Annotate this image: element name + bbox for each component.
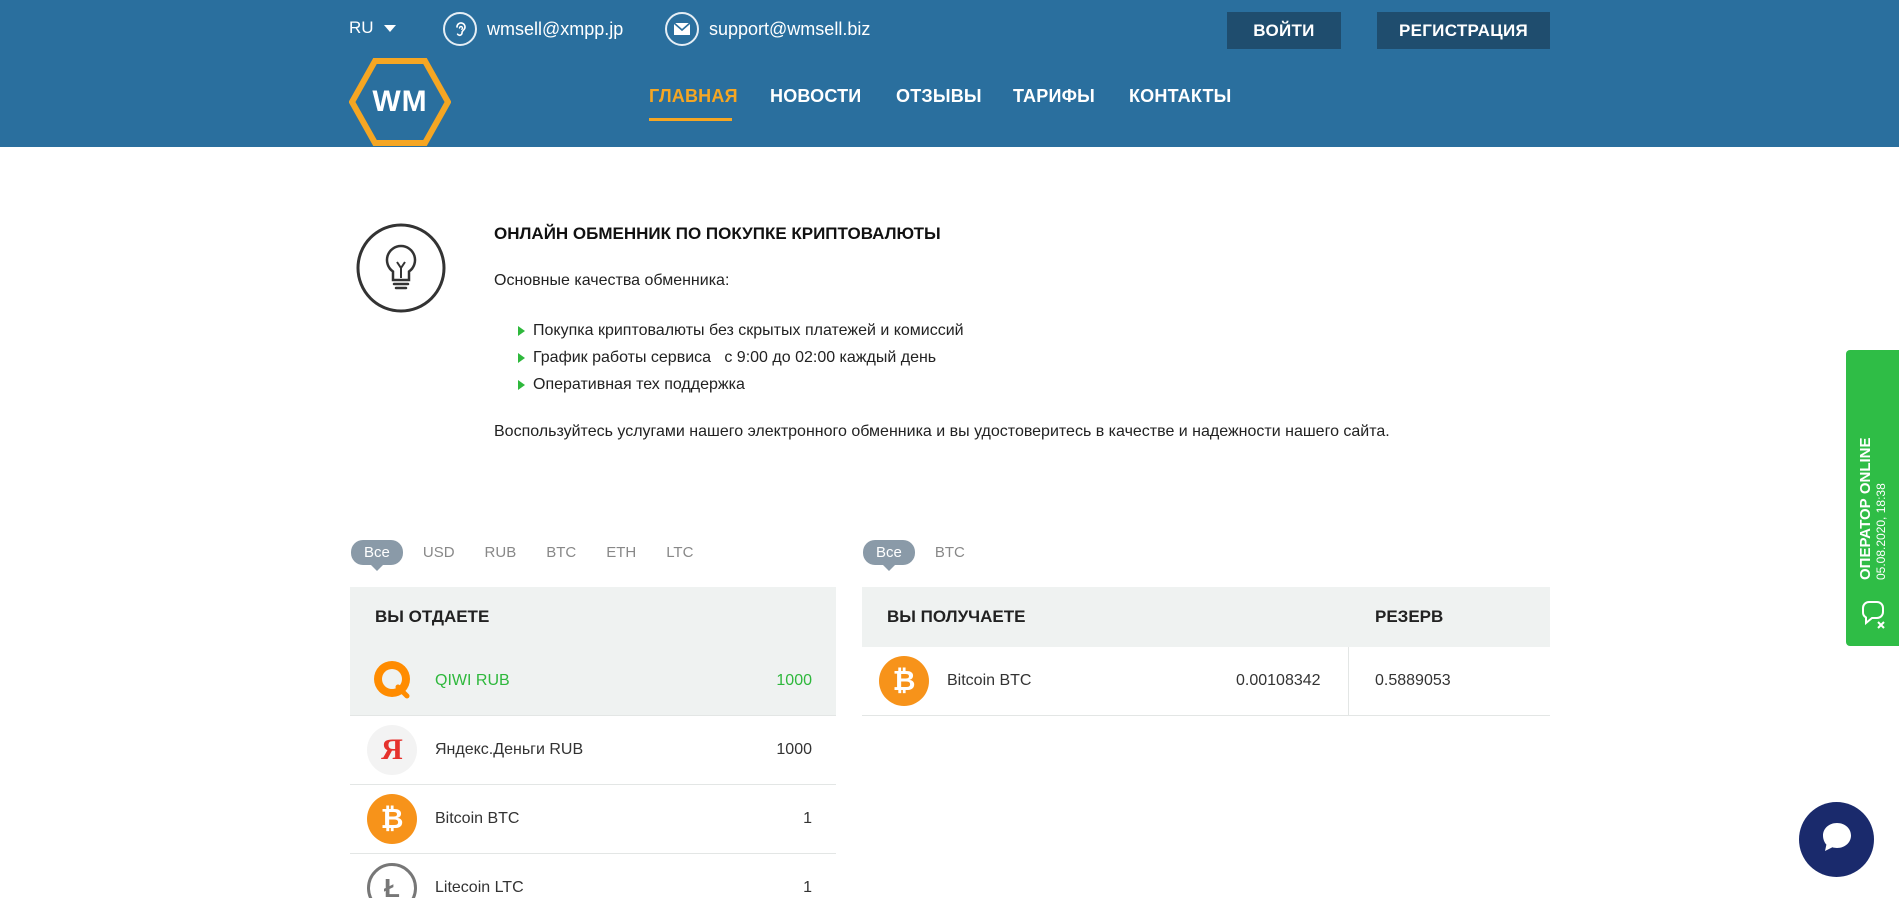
nav-home[interactable]: ГЛАВНАЯ <box>649 86 738 107</box>
bitcoin-icon: ₿ <box>879 656 929 706</box>
operator-text: ОПЕРАТОР ONLINE 05.08.2020, 18:38 <box>1846 284 1899 580</box>
get-table-header: ВЫ ПОЛУЧАЕТЕ РЕЗЕРВ <box>862 587 1550 647</box>
get-table: ВЫ ПОЛУЧАЕТЕ РЕЗЕРВ ₿ Bitcoin BTC 0.0010… <box>862 587 1550 716</box>
currency-value: 1 <box>803 879 812 896</box>
get-column-header: ВЫ ПОЛУЧАЕТЕ <box>887 607 1026 626</box>
login-button[interactable]: ВОЙТИ <box>1227 12 1341 49</box>
filter-all[interactable]: Все <box>351 540 403 571</box>
chat-launcher-button[interactable] <box>1799 802 1874 877</box>
nav-news[interactable]: НОВОСТИ <box>770 86 861 107</box>
language-label: RU <box>349 18 374 37</box>
filter-all[interactable]: Все <box>863 540 915 571</box>
email-contact[interactable]: support@wmsell.biz <box>665 12 870 46</box>
currency-name: QIWI RUB <box>435 672 510 689</box>
give-currency-filter: Все USD RUB BTC ETH LTC <box>351 540 723 571</box>
filter-usd[interactable]: USD <box>423 544 455 561</box>
operator-online-tab[interactable]: ОПЕРАТОР ONLINE 05.08.2020, 18:38 <box>1846 350 1899 646</box>
filter-eth[interactable]: ETH <box>606 544 636 561</box>
intro-title: ОНЛАЙН ОБМЕННИК ПО ПОКУПКЕ КРИПТОВАЛЮТЫ <box>494 224 941 243</box>
nav-reviews[interactable]: ОТЗЫВЫ <box>896 86 982 107</box>
filter-btc[interactable]: BTC <box>546 544 576 561</box>
exchange-amount: 0.00108342 <box>1236 672 1321 689</box>
give-table-header: ВЫ ОТДАЕТЕ <box>350 587 836 647</box>
site-logo[interactable]: WM <box>348 57 452 147</box>
currency-value: 1000 <box>776 672 812 689</box>
nav-contacts[interactable]: КОНТАКТЫ <box>1129 86 1232 107</box>
currency-name: Яндекс.Деньги RUB <box>435 741 584 758</box>
bullet-triangle-icon <box>518 352 525 363</box>
email-address: support@wmsell.biz <box>709 18 871 39</box>
xmpp-contact[interactable]: wmsell@xmpp.jp <box>443 12 623 46</box>
currency-name: Bitcoin BTC <box>947 672 1032 689</box>
table-row[interactable]: ₿ Bitcoin BTC 1 <box>350 785 836 854</box>
bitcoin-icon: ₿ <box>367 794 417 844</box>
list-item: Оперативная тех поддержка <box>518 371 964 398</box>
table-row[interactable]: QIWI RUB 1000 <box>350 647 836 716</box>
column-divider <box>1348 647 1349 716</box>
site-header: RU wmsell@xmpp.jp support@wmsell.biz ВОЙ… <box>0 0 1899 147</box>
operator-title: ОПЕРАТОР ONLINE <box>1857 437 1874 580</box>
operator-datetime: 05.08.2020, 18:38 <box>1874 483 1888 580</box>
register-button[interactable]: РЕГИСТРАЦИЯ <box>1377 12 1550 49</box>
ear-icon <box>443 12 477 46</box>
litecoin-icon: Ł <box>367 863 417 898</box>
intro-footer: Воспользуйтесь услугами нашего электронн… <box>494 423 1390 440</box>
chat-icon <box>1858 600 1888 630</box>
xmpp-address: wmsell@xmpp.jp <box>487 18 624 39</box>
filter-rub[interactable]: RUB <box>485 544 517 561</box>
list-item: График работы сервиса с 9:00 до 02:00 ка… <box>518 344 964 371</box>
yandex-logo-icon: Я <box>367 725 417 775</box>
feature-list: Покупка криптовалюты без скрытых платеже… <box>518 317 964 398</box>
reserve-value: 0.5889053 <box>1375 672 1451 689</box>
table-row[interactable]: Ł Litecoin LTC 1 <box>350 854 836 898</box>
table-row[interactable]: Я Яндекс.Деньги RUB 1000 <box>350 716 836 785</box>
qiwi-logo-icon <box>367 656 417 706</box>
currency-value: 1000 <box>776 741 812 758</box>
language-selector[interactable]: RU <box>349 18 396 38</box>
envelope-icon <box>665 12 699 46</box>
nav-active-underline <box>649 118 732 121</box>
filter-ltc[interactable]: LTC <box>666 544 693 561</box>
currency-value: 1 <box>803 810 812 827</box>
nav-tariffs[interactable]: ТАРИФЫ <box>1013 86 1095 107</box>
bullet-triangle-icon <box>518 325 525 336</box>
chat-icon <box>1818 818 1856 861</box>
bullet-triangle-icon <box>518 379 525 390</box>
currency-name: Bitcoin BTC <box>435 810 520 827</box>
chevron-down-icon <box>383 24 396 32</box>
give-table: ВЫ ОТДАЕТЕ QIWI RUB 1000 Я Яндекс.Деньги… <box>350 587 836 898</box>
filter-btc[interactable]: BTC <box>935 544 965 561</box>
get-currency-filter: Все BTC <box>863 540 995 571</box>
intro-subtitle: Основные качества обменника: <box>494 272 730 289</box>
logo-text: WM <box>372 85 428 118</box>
currency-name: Litecoin LTC <box>435 879 524 896</box>
list-item: Покупка криптовалюты без скрытых платеже… <box>518 317 964 344</box>
lightbulb-icon <box>355 222 447 314</box>
table-row[interactable]: ₿ Bitcoin BTC 0.00108342 0.5889053 <box>862 647 1550 716</box>
reserve-column-header: РЕЗЕРВ <box>1375 607 1444 626</box>
